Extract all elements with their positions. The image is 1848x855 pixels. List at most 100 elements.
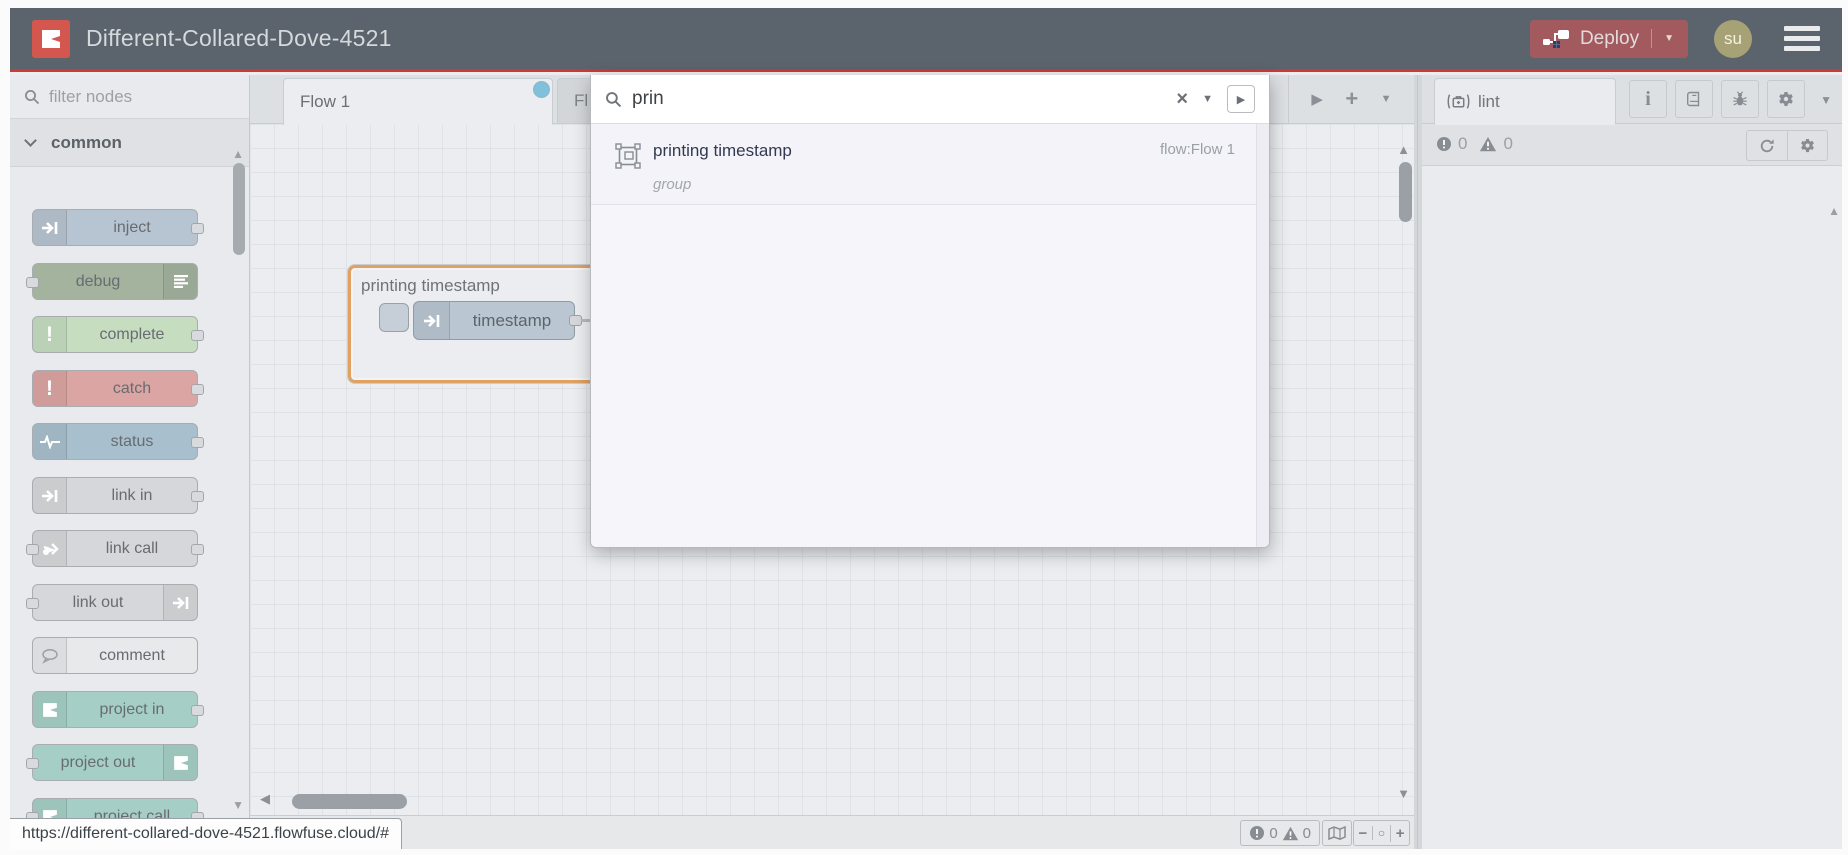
menu-bar-icon xyxy=(1784,26,1820,31)
palette-node-label: inject xyxy=(113,218,151,236)
status-url: https://different-collared-dove-4521.flo… xyxy=(22,825,390,842)
node-timestamp[interactable]: timestamp xyxy=(413,301,575,340)
book-icon xyxy=(1687,91,1700,107)
search-result-main: printing timestamp flow:Flow 1 xyxy=(615,141,1235,169)
flowfuse-logo-icon xyxy=(32,19,70,58)
refresh-icon xyxy=(1760,138,1774,152)
node-label: timestamp xyxy=(472,310,552,330)
bug-icon xyxy=(1733,91,1747,106)
separator-line xyxy=(1417,75,1418,849)
canvas-vertical-scrollbar-thumb[interactable] xyxy=(1399,162,1412,222)
exclamation-icon: ! xyxy=(33,317,67,352)
zoom-controls: − ○ + xyxy=(1353,820,1410,846)
palette-node-label: project in xyxy=(99,700,165,718)
zoom-reset-button[interactable]: ○ xyxy=(1371,826,1391,840)
search-controls: × ▼ ▶ xyxy=(1176,85,1255,113)
filter-nodes-placeholder: filter nodes xyxy=(49,86,133,106)
palette-node-link-in[interactable]: link in xyxy=(32,477,204,514)
palette-node-comment[interactable]: comment xyxy=(32,637,198,674)
sidebar-tab-buttons: i xyxy=(1629,80,1805,118)
palette-filter[interactable]: filter nodes xyxy=(10,75,249,119)
canvas-warning-count: 0 xyxy=(1302,824,1311,842)
tab-flow-1[interactable]: Flow 1 xyxy=(283,78,553,125)
tab-scroll-right-icon[interactable]: ▶ xyxy=(1311,90,1323,108)
node-red-app: Different-Collared-Dove-4521 Deploy ▼ su xyxy=(10,8,1842,849)
lint-counters: 0 0 xyxy=(1436,134,1513,154)
palette-node-debug[interactable]: debug xyxy=(26,263,198,300)
chevron-down-icon xyxy=(24,134,37,147)
deploy-label: Deploy xyxy=(1579,27,1640,49)
sidebar-resize-handle[interactable] xyxy=(1414,75,1422,849)
info-tab-button[interactable]: i xyxy=(1629,80,1667,118)
canvas-horizontal-scrollbar-thumb[interactable] xyxy=(292,794,407,809)
error-circle-icon xyxy=(1250,826,1265,840)
canvas-scroll-left-icon[interactable]: ◀ xyxy=(260,791,270,807)
user-avatar[interactable]: su xyxy=(1714,19,1752,58)
sidebar-tabbar: lint i ▼ xyxy=(1422,75,1842,125)
search-icon xyxy=(25,89,40,104)
node-output-port xyxy=(191,330,204,341)
palette-category-common[interactable]: common xyxy=(10,119,249,167)
node-input-port xyxy=(26,758,39,769)
zoom-in-button[interactable]: + xyxy=(1390,824,1409,842)
debug-tab-button[interactable] xyxy=(1721,80,1759,118)
panel-scroll-up-icon[interactable]: ▲ xyxy=(1828,204,1840,218)
menu-bar-icon xyxy=(1784,36,1820,41)
results-scrollbar-track[interactable] xyxy=(1256,124,1269,547)
page-title: Different-Collared-Dove-4521 xyxy=(86,25,392,51)
palette-node-project-in[interactable]: project in xyxy=(32,691,204,728)
search-input[interactable] xyxy=(632,88,1177,110)
canvas-scroll-up-icon[interactable]: ▲ xyxy=(1397,142,1410,157)
palette-scroll-up-icon[interactable]: ▲ xyxy=(232,147,244,161)
palette-node-link-call[interactable]: link call xyxy=(26,530,204,567)
help-tab-button[interactable] xyxy=(1675,80,1713,118)
palette-node-project-out[interactable]: project out xyxy=(26,744,198,781)
config-tab-button[interactable] xyxy=(1767,80,1805,118)
flowfuse-node-icon xyxy=(33,692,67,727)
warning-triangle-icon xyxy=(1480,137,1497,152)
avatar-initials: su xyxy=(1724,28,1742,48)
search-history-caret-icon[interactable]: ▼ xyxy=(1202,93,1213,105)
lint-medkit-icon xyxy=(1447,94,1470,109)
palette-node-inject[interactable]: inject xyxy=(32,209,204,246)
node-output-port xyxy=(191,223,204,234)
browser-window: Different-Collared-Dove-4521 Deploy ▼ su xyxy=(0,0,1848,855)
sidebar-tabs-caret-icon[interactable]: ▼ xyxy=(1820,93,1832,107)
deploy-button[interactable]: Deploy ▼ xyxy=(1529,19,1688,58)
result-title: printing timestamp xyxy=(653,141,792,160)
gear-icon xyxy=(1801,138,1814,153)
unsaved-changes-dot xyxy=(533,81,550,98)
info-icon: i xyxy=(1645,87,1651,110)
exclamation-icon: ! xyxy=(33,371,67,406)
palette-node-catch[interactable]: ! catch xyxy=(32,370,204,407)
group-label: printing timestamp xyxy=(361,276,500,295)
palette-node-label: debug xyxy=(75,272,121,290)
inject-trigger-button[interactable] xyxy=(379,303,409,332)
main-menu-button[interactable] xyxy=(1778,22,1826,55)
lint-refresh-button[interactable] xyxy=(1747,131,1787,160)
palette-scroll-down-icon[interactable]: ▼ xyxy=(232,798,244,812)
open-in-sidebar-button[interactable]: ▶ xyxy=(1227,85,1255,113)
lint-settings-button[interactable] xyxy=(1787,131,1827,160)
flow-list-caret-icon[interactable]: ▼ xyxy=(1381,93,1392,105)
deploy-options-caret-icon[interactable]: ▼ xyxy=(1651,29,1676,48)
canvas-scroll-down-icon[interactable]: ▼ xyxy=(1397,786,1410,801)
group-icon xyxy=(615,143,641,169)
clear-search-icon[interactable]: × xyxy=(1176,89,1188,109)
node-input-port xyxy=(26,277,39,288)
palette-node-complete[interactable]: ! complete xyxy=(32,316,204,353)
palette-scrollbar-thumb[interactable] xyxy=(233,163,245,255)
add-flow-button[interactable]: + xyxy=(1345,86,1358,112)
palette-node-label: status xyxy=(110,432,154,450)
right-sidebar: lint i ▼ 0 0 ▲ xyxy=(1422,75,1842,849)
palette-node-status[interactable]: status xyxy=(32,423,204,460)
tabbar-actions: ▶ + ▼ xyxy=(1288,75,1414,123)
palette-node-link-out[interactable]: link out xyxy=(26,584,198,621)
canvas-footer: 0 0 − ○ + xyxy=(250,815,1414,849)
node-input-port xyxy=(26,544,39,555)
canvas-notifications[interactable]: 0 0 xyxy=(1240,820,1320,846)
zoom-out-button[interactable]: − xyxy=(1354,825,1372,842)
navigator-button[interactable] xyxy=(1322,820,1352,846)
sidebar-tab-lint[interactable]: lint xyxy=(1434,78,1616,125)
search-result-item[interactable]: printing timestamp flow:Flow 1 group xyxy=(591,124,1269,205)
